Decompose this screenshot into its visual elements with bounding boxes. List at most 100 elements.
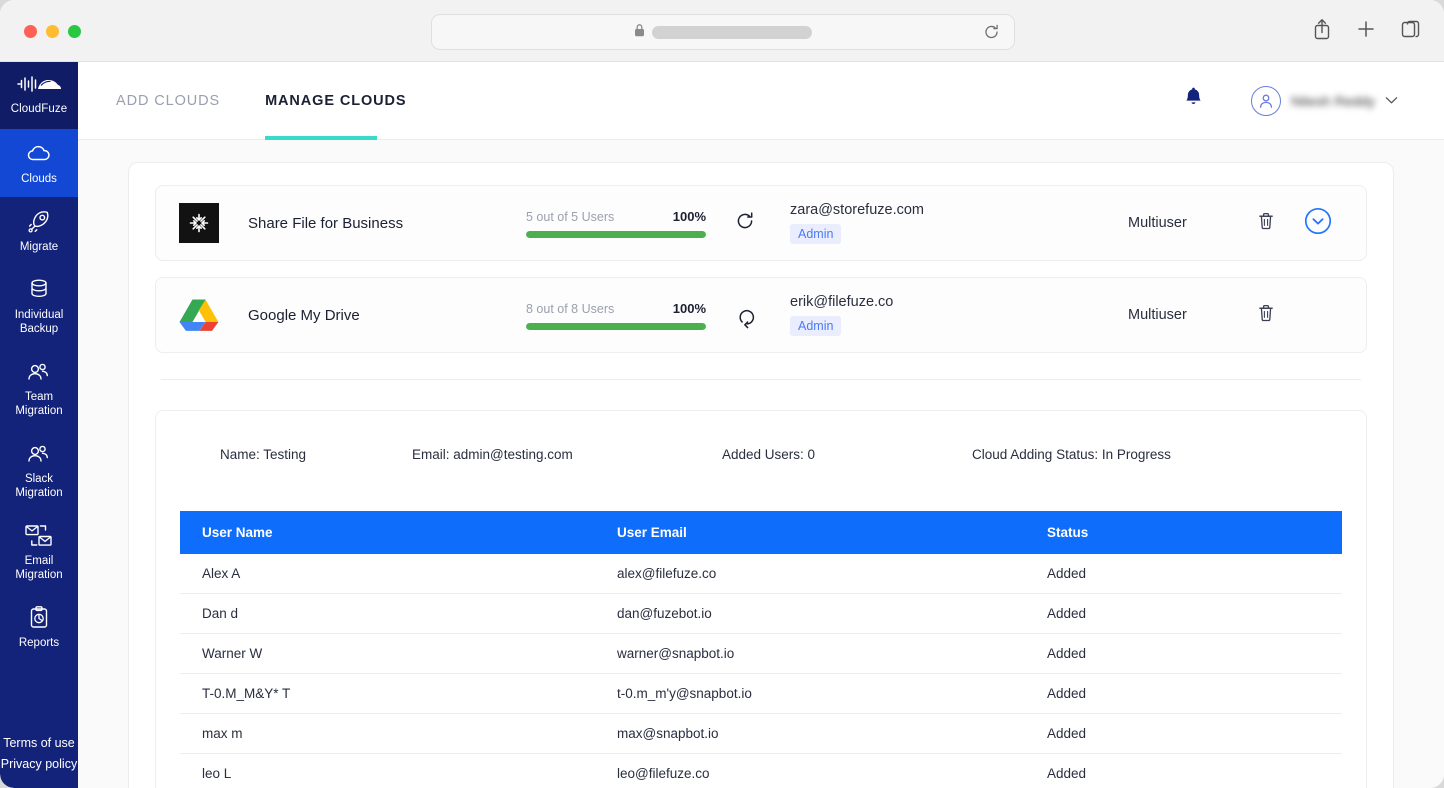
close-window-button[interactable] [24,25,37,38]
table-row: Alex A alex@filefuze.co Added [180,554,1342,594]
app-container: CloudFuze Clouds [0,62,1444,788]
delete-cloud-button[interactable] [1240,211,1292,236]
detail-added-users: Added Users: 0 [722,447,972,462]
progress-fill [526,231,706,238]
brand-name: CloudFuze [11,103,68,115]
progress-track [526,231,706,238]
minimize-window-button[interactable] [46,25,59,38]
role-badge: Admin [790,224,841,244]
cloud-user-type: Multiuser [1128,307,1240,323]
cell-user-name: Dan d [180,594,595,634]
cloud-icon [26,141,52,167]
detail-meta-row: Name: Testing Email: admin@testing.com A… [180,433,1342,475]
terms-of-use-link[interactable]: Terms of use [3,734,75,753]
bell-icon[interactable] [1184,87,1203,114]
clipboard-chart-icon [28,605,50,631]
rocket-icon [26,209,52,235]
user-menu[interactable]: Nitesh Reddy [1251,86,1398,116]
users-table: User Name User Email Status Alex A alex@… [180,511,1342,788]
cloud-name: Google My Drive [248,307,526,324]
sidebar-item-migrate[interactable]: Migrate [0,197,78,265]
sidebar-item-clouds[interactable]: Clouds [0,129,78,197]
cloud-account: erik@filefuze.co Admin [790,294,1090,336]
address-bar[interactable] [431,14,1015,50]
users-table-body: Alex A alex@filefuze.co Added Dan d dan@… [180,554,1342,788]
table-row: Dan d dan@fuzebot.io Added [180,594,1342,634]
database-icon [28,277,50,303]
cell-status: Added [1025,714,1342,754]
cell-status: Added [1025,634,1342,674]
cell-user-email: t-0.m_m'y@snapbot.io [595,674,1025,714]
share-icon[interactable] [1312,17,1332,46]
sidebar-item-individual-backup[interactable]: IndividualBackup [0,265,78,347]
sidebar-item-label: Migrate [20,240,58,254]
cell-user-name: max m [180,714,595,754]
user-avatar-icon [1251,86,1281,116]
cloud-detail-panel: Name: Testing Email: admin@testing.com A… [155,410,1367,788]
sidebar-item-slack-migration[interactable]: SlackMigration [0,429,78,511]
cell-user-name: leo L [180,754,595,788]
sharefile-logo-icon [178,202,220,244]
chevron-down-icon[interactable] [1385,92,1398,110]
sidebar-item-label: TeamMigration [15,390,62,418]
users-table-header: User Name User Email Status [180,511,1342,554]
clouds-panel: Share File for Business 5 out of 5 Users… [128,162,1394,788]
tabs-overview-icon[interactable] [1400,18,1422,45]
sidebar-item-email-migration[interactable]: EmailMigration [0,511,78,593]
lock-icon [634,23,645,42]
trash-icon [1257,303,1275,328]
user-name: Nitesh Reddy [1291,93,1375,109]
cell-user-email: max@snapbot.io [595,714,1025,754]
sidebar-item-team-migration[interactable]: TeamMigration [0,347,78,429]
plus-icon[interactable] [1356,19,1376,44]
brand-logo[interactable]: CloudFuze [0,62,78,129]
cell-user-name: Warner W [180,634,595,674]
expand-cloud-button[interactable] [1292,207,1344,240]
refresh-button[interactable] [706,211,784,236]
progress-fill [526,323,706,330]
cell-user-name: Alex A [180,554,595,594]
cloud-row-sharefile[interactable]: Share File for Business 5 out of 5 Users… [155,185,1367,261]
cell-status: Added [1025,594,1342,634]
people-icon [26,359,52,385]
cloud-row-google-drive[interactable]: Google My Drive 8 out of 8 Users 100% [155,277,1367,353]
refresh-button[interactable] [706,303,784,328]
sidebar-item-label: EmailMigration [15,554,62,582]
window-controls[interactable] [24,25,81,38]
cell-user-email: warner@snapbot.io [595,634,1025,674]
privacy-policy-link[interactable]: Privacy policy [1,755,77,774]
top-navigation: ADD CLOUDS MANAGE CLOUDS [78,62,1444,140]
browser-window: CloudFuze Clouds [0,0,1444,788]
progress-users-text: 8 out of 8 Users [526,302,614,316]
cell-status: Added [1025,754,1342,788]
refresh-icon [735,211,755,236]
table-row: max m max@snapbot.io Added [180,714,1342,754]
table-row: Warner W warner@snapbot.io Added [180,634,1342,674]
cloud-progress: 8 out of 8 Users 100% [526,301,706,330]
account-email: zara@storefuze.com [790,202,1090,218]
column-user-email: User Email [595,511,1025,554]
sidebar-item-reports[interactable]: Reports [0,593,78,661]
chevron-down-circle-icon [1304,207,1332,240]
role-badge: Admin [790,316,841,336]
progress-percent: 100% [673,301,706,316]
progress-track [526,323,706,330]
refresh-icon [729,299,761,331]
people-icon [26,441,52,467]
table-header-row: User Name User Email Status [180,511,1342,554]
tab-manage-clouds[interactable]: MANAGE CLOUDS [265,62,406,140]
cloud-user-type: Multiuser [1128,215,1240,231]
sidebar-item-label: Clouds [21,172,57,186]
cell-user-email: alex@filefuze.co [595,554,1025,594]
cloud-name: Share File for Business [248,215,526,232]
progress-users-text: 5 out of 5 Users [526,210,614,224]
trash-icon [1257,211,1275,236]
reload-icon[interactable] [983,24,1000,41]
cell-status: Added [1025,554,1342,594]
cloudfuze-logo-icon [16,73,62,100]
maximize-window-button[interactable] [68,25,81,38]
delete-cloud-button[interactable] [1240,303,1292,328]
tab-add-clouds[interactable]: ADD CLOUDS [116,62,220,140]
cell-user-name: T-0.M_M&Y* T [180,674,595,714]
cloud-account: zara@storefuze.com Admin [790,202,1090,244]
